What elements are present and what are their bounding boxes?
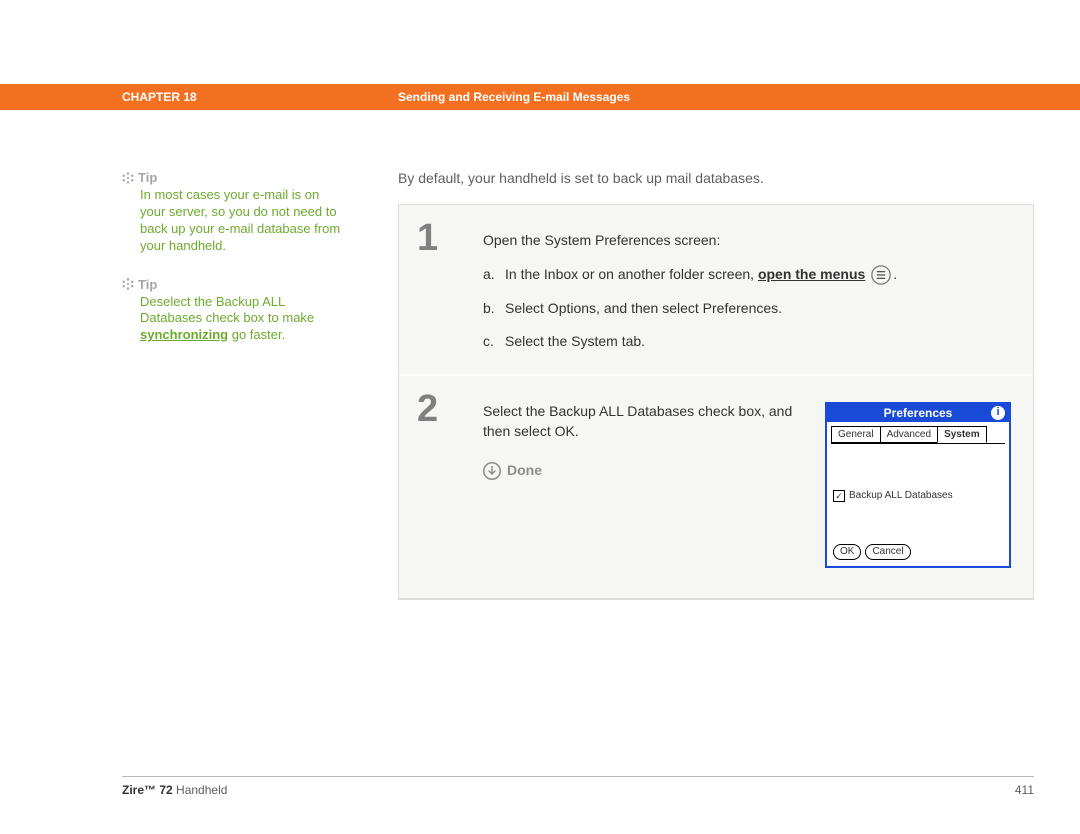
asterisk-icon [122,172,134,184]
tab-system[interactable]: System [937,426,987,443]
brand-rest: Handheld [173,783,228,797]
substep-tail: . [893,266,897,282]
info-icon[interactable]: i [991,406,1005,420]
device-body: ✓ Backup ALL Databases [827,444,1009,538]
chapter-title: Sending and Receiving E-mail Messages [398,84,630,110]
brand: Zire™ 72 Handheld [122,783,227,797]
tab-advanced[interactable]: Advanced [880,426,938,443]
tips-column: Tip In most cases your e-mail is on your… [122,170,342,366]
substep-pre: In the Inbox or on another folder screen… [505,266,758,282]
step-number: 1 [399,205,483,374]
tip-heading: Tip [138,170,157,185]
substep-index: b. [483,299,505,319]
checkbox-box: ✓ [833,490,845,502]
tip-text: In most cases your e-mail is on your ser… [140,187,340,253]
substep: a. In the Inbox or on another folder scr… [483,265,1011,285]
substep-index: c. [483,332,505,352]
device-tabs: General Advanced System [831,426,1005,444]
tab-general[interactable]: General [831,426,881,443]
substep-post [865,266,869,282]
substep-index: a. [483,265,505,285]
chapter-label: CHAPTER 18 [122,90,197,104]
device-title: Preferences [884,405,953,422]
tip-text-post: go faster. [228,327,285,342]
tip-text-pre: Deselect the Backup ALL Databases check … [140,294,314,326]
asterisk-icon [122,278,134,290]
done-label: Done [507,461,542,481]
tip-header: Tip [122,277,342,292]
preferences-screenshot: Preferences i General Advanced System ✓ [825,402,1011,568]
step-number: 2 [399,376,483,598]
lead-text: By default, your handheld is set to back… [398,170,1034,186]
page: CHAPTER 18 Sending and Receiving E-mail … [0,0,1080,834]
tip: Tip Deselect the Backup ALL Databases ch… [122,277,342,345]
brand-bold: Zire™ 72 [122,783,173,797]
substep-body: Select Options, and then select Preferen… [505,299,782,319]
tip: Tip In most cases your e-mail is on your… [122,170,342,255]
substep-body: In the Inbox or on another folder screen… [505,265,897,285]
step-content: Open the System Preferences screen: a. I… [483,205,1033,374]
step-text: Select the Backup ALL Databases check bo… [483,402,809,441]
tip-header: Tip [122,170,342,185]
device-titlebar: Preferences i [827,404,1009,422]
footer: Zire™ 72 Handheld 411 [122,776,1034,797]
backup-all-databases-checkbox[interactable]: ✓ Backup ALL Databases [833,489,953,503]
cancel-button[interactable]: Cancel [865,544,910,560]
open-the-menus-link[interactable]: open the menus [758,266,865,282]
menu-icon [871,265,891,285]
substep: b. Select Options, and then select Prefe… [483,299,1011,319]
down-arrow-icon [483,462,501,480]
synchronizing-link[interactable]: synchronizing [140,327,228,342]
chapter-bar: CHAPTER 18 Sending and Receiving E-mail … [0,84,1080,110]
tip-body: In most cases your e-mail is on your ser… [140,187,342,255]
tip-body: Deselect the Backup ALL Databases check … [140,294,342,345]
substep-body: Select the System tab. [505,332,645,352]
step-content: Select the Backup ALL Databases check bo… [483,376,1033,598]
ok-button[interactable]: OK [833,544,861,560]
step-title: Open the System Preferences screen: [483,231,1011,251]
steps-panel: 1 Open the System Preferences screen: a.… [398,204,1034,600]
device-buttons: OK Cancel [827,538,1009,566]
checkbox-label: Backup ALL Databases [849,489,953,503]
substep: c. Select the System tab. [483,332,1011,352]
page-number: 411 [1015,783,1034,797]
tip-heading: Tip [138,277,157,292]
done-indicator: Done [483,461,809,481]
step: 2 Select the Backup ALL Databases check … [399,376,1033,599]
step: 1 Open the System Preferences screen: a.… [399,205,1033,376]
main-column: By default, your handheld is set to back… [398,170,1034,600]
